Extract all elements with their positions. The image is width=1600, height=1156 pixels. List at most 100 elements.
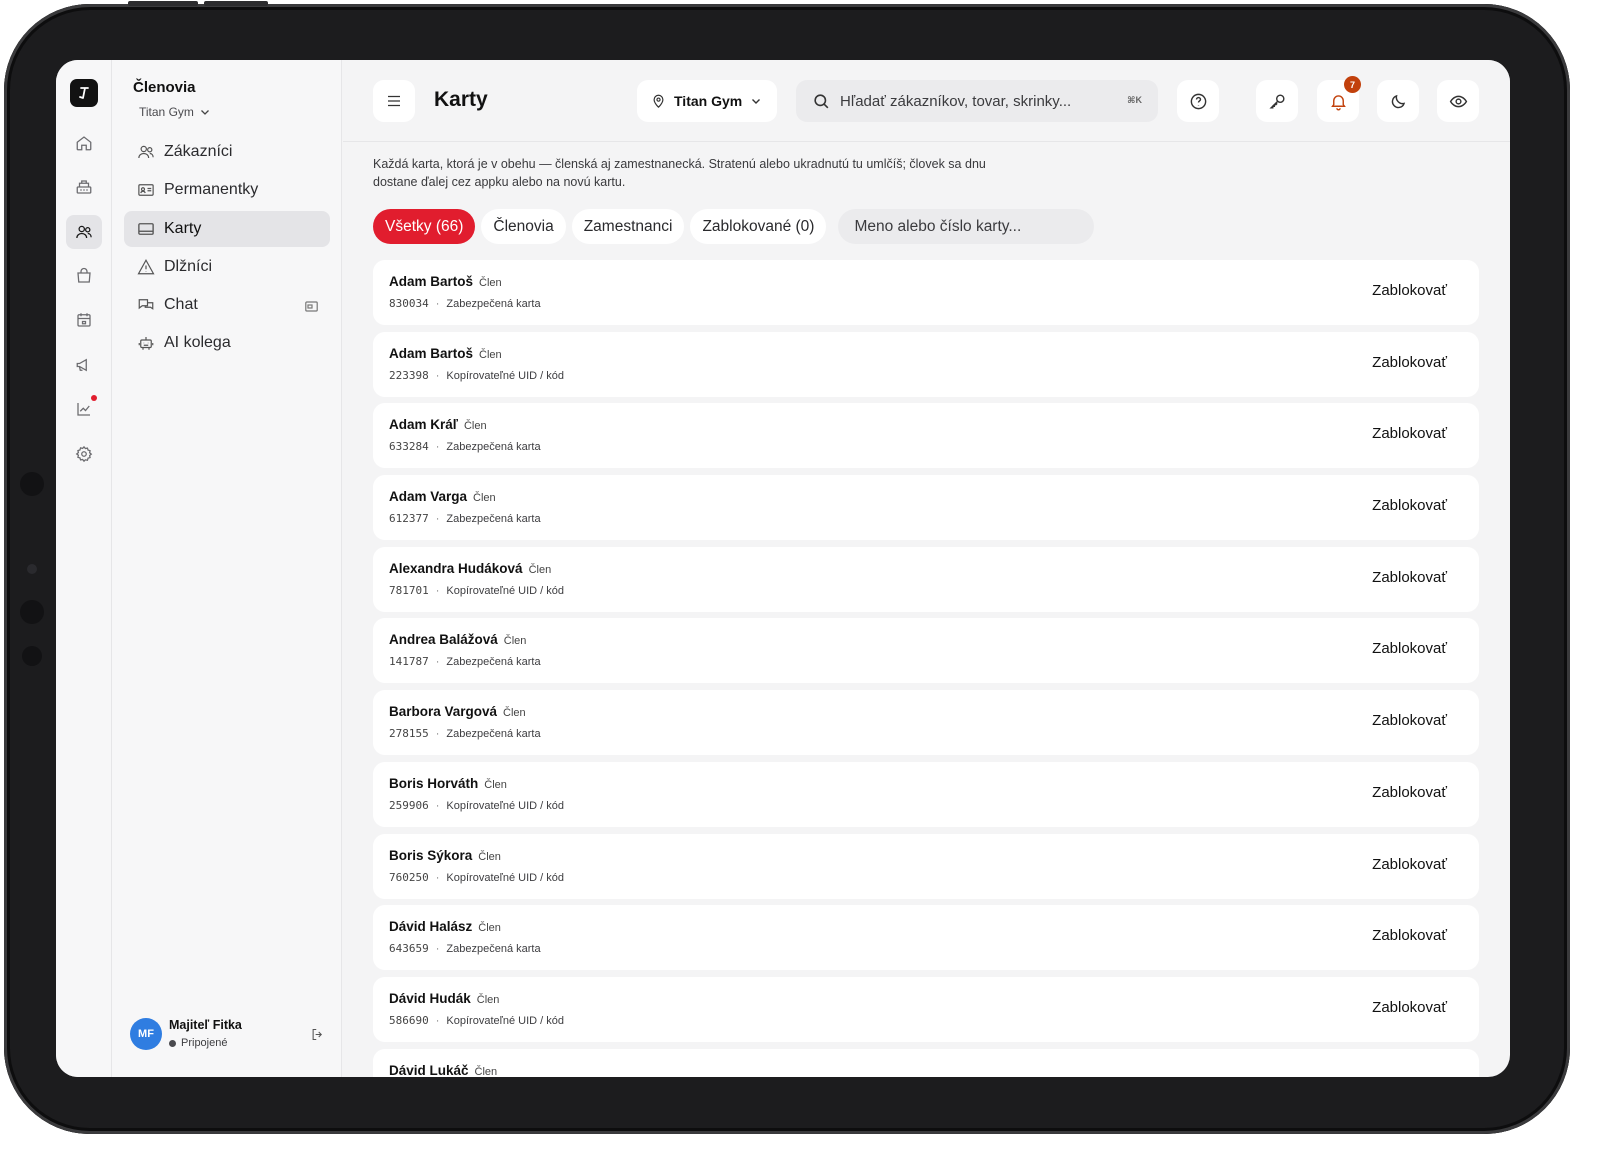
sidebar-item-debtors[interactable]: Dlžníci — [124, 249, 330, 285]
settings-icon[interactable] — [66, 437, 102, 471]
card-type: Kopírovateľné UID / kód — [446, 871, 564, 884]
card-holder-label: Adam Varga — [389, 489, 468, 505]
card-role: Člen — [463, 420, 487, 433]
card-role: Člen — [473, 492, 496, 505]
search-shortcut: ⌘K — [1127, 95, 1142, 105]
cash-register-icon[interactable] — [66, 170, 102, 204]
sidebar-item-label: Dlžníci — [164, 257, 213, 275]
sidebar-item-ai-colleague[interactable]: AI kolega — [124, 325, 330, 361]
card-row[interactable]: Dávid Halász Člen 643659 · Zabezpečená karta… — [373, 905, 1479, 971]
card-number: 259906 — [389, 798, 429, 812]
card-row[interactable]: Barbora Vargová Člen 278155 · Zabezpečená ka… — [373, 690, 1479, 756]
card-type: Zabezpečená karta — [446, 513, 541, 526]
logout-icon[interactable] — [310, 1027, 325, 1047]
sidebar-item-chat[interactable]: Chat — [124, 287, 330, 323]
menu-button[interactable] — [373, 80, 415, 122]
card-holder-name: Dávid Hudák Člen — [389, 991, 499, 1006]
block-card-button[interactable]: Zablokovať — [1372, 784, 1447, 801]
block-card-button[interactable]: Zablokovať — [1372, 282, 1447, 299]
card-meta: 612377 · Zabezpečená karta — [389, 512, 541, 525]
card-row[interactable]: Alexandra Hudáková Člen 781701 · Kopírovateľ… — [373, 546, 1479, 612]
card-type: Zabezpečená karta — [446, 656, 541, 669]
card-row[interactable]: Boris Sýkora Člen 760250 · Kopírovateľné UID… — [373, 833, 1479, 899]
card-row[interactable]: Dávid Lukáč Člen — [373, 1048, 1479, 1077]
key-icon — [1268, 93, 1285, 109]
global-search[interactable]: ⌘K — [796, 80, 1158, 122]
block-card-button[interactable]: Zablokovať — [1372, 425, 1447, 442]
block-card-button[interactable]: Zablokovať — [1372, 640, 1447, 657]
card-row[interactable]: Adam Bartoš Člen 223398 · Kopírovateľné UID … — [373, 331, 1479, 397]
dark-mode-button[interactable] — [1377, 80, 1419, 122]
card-type: Kopírovateľné UID / kód — [446, 584, 564, 597]
card-row[interactable]: Dávid Hudák Člen 586690 · Kopírovateľné UID … — [373, 976, 1479, 1042]
card-row[interactable]: Adam Kráľ Člen 633284 · Zabezpečená karta Zab… — [373, 403, 1479, 469]
card-holder-label: Adam Bartoš — [389, 345, 474, 361]
gym-switcher[interactable]: Titan Gym — [139, 105, 211, 119]
gym-select[interactable]: Titan Gym — [637, 80, 777, 122]
visibility-button[interactable] — [1437, 80, 1479, 122]
card-number: 223398 — [389, 368, 429, 382]
card-role: Člen — [503, 707, 526, 720]
members-icon[interactable] — [66, 215, 102, 249]
card-meta: 586690 · Kopírovateľné UID / kód — [389, 1014, 564, 1027]
card-holder-label: Dávid Hudák — [389, 990, 471, 1006]
card-filter-input[interactable] — [854, 217, 1083, 236]
meta-separator: · — [435, 441, 440, 454]
moon-icon — [1391, 94, 1405, 108]
block-card-button[interactable]: Zablokovať — [1372, 712, 1447, 729]
key-button[interactable] — [1256, 80, 1298, 122]
card-icon — [137, 220, 155, 238]
alert-dot — [91, 395, 97, 401]
card-number: 781701 — [389, 583, 429, 597]
app-logo[interactable] — [70, 79, 98, 107]
meta-separator: · — [435, 584, 440, 597]
block-card-button[interactable]: Zablokovať — [1372, 569, 1447, 586]
tab-all[interactable]: Všetky (66) — [373, 209, 476, 244]
card-role: Člen — [484, 778, 507, 791]
tab-members[interactable]: Členovia — [481, 209, 566, 244]
sidebar-item-cards[interactable]: Karty — [124, 210, 330, 247]
block-card-button[interactable]: Zablokovať — [1372, 927, 1447, 944]
tab-employees[interactable]: Zamestnanci — [571, 209, 685, 244]
home-icon[interactable] — [66, 126, 102, 160]
block-card-button[interactable]: Zablokovať — [1372, 999, 1447, 1016]
megaphone-icon[interactable] — [66, 348, 102, 382]
help-button[interactable] — [1177, 80, 1219, 122]
card-holder-name: Adam Varga Člen — [389, 489, 496, 504]
search-icon — [814, 93, 829, 108]
user-profile[interactable]: MF Majiteľ Fitka Pripojené — [130, 1018, 325, 1054]
meta-separator: · — [435, 369, 440, 382]
card-role: Člen — [478, 850, 501, 863]
card-number: 278155 — [389, 727, 429, 741]
card-meta: 633284 · Zabezpečená karta — [389, 440, 541, 453]
card-row[interactable]: Adam Bartoš Člen 830034 · Zabezpečená karta Z… — [373, 260, 1479, 325]
card-number: 760250 — [389, 870, 429, 884]
calendar-icon[interactable] — [66, 303, 102, 337]
block-card-button[interactable]: Zablokovať — [1372, 497, 1447, 514]
card-row[interactable]: Andrea Balážová Člen 141787 · Zabezpečená ka… — [373, 618, 1479, 684]
search-input[interactable] — [840, 92, 1100, 110]
card-meta: 643659 · Zabezpečená karta — [389, 942, 541, 955]
card-holder-name: Alexandra Hudáková Člen — [389, 561, 551, 576]
notifications-button[interactable]: 7 — [1317, 76, 1361, 122]
card-filter[interactable] — [838, 209, 1095, 244]
analytics-icon[interactable] — [66, 392, 102, 426]
card-row[interactable]: Adam Varga Člen 612377 · Zabezpečená karta Za… — [373, 475, 1479, 541]
card-number: 612377 — [389, 512, 429, 526]
gym-select-label: Titan Gym — [674, 93, 743, 109]
card-holder-name: Andrea Balážová Člen — [389, 632, 526, 647]
card-role: Člen — [503, 635, 527, 648]
tab-blocked[interactable]: Zablokované (0) — [690, 209, 827, 244]
card-holder-name: Dávid Halász Člen — [389, 919, 501, 934]
icon-rail — [56, 60, 112, 1077]
sidebar-item-customers[interactable]: Zákazníci — [124, 134, 330, 170]
block-card-button[interactable]: Zablokovať — [1372, 856, 1447, 873]
card-holder-label: Boris Sýkora — [389, 847, 473, 863]
block-card-button[interactable]: Zablokovať — [1372, 354, 1447, 371]
sidebar-item-passes[interactable]: Permanentky — [124, 172, 330, 208]
card-type: Kopírovateľné UID / kód — [446, 799, 564, 812]
card-meta: 278155 · Zabezpečená karta — [389, 727, 541, 740]
card-row[interactable]: Boris Horváth Člen 259906 · Kopírovateľné UI… — [373, 761, 1479, 827]
card-holder-name: Boris Sýkora Člen — [389, 848, 501, 863]
shop-icon[interactable] — [66, 259, 102, 293]
